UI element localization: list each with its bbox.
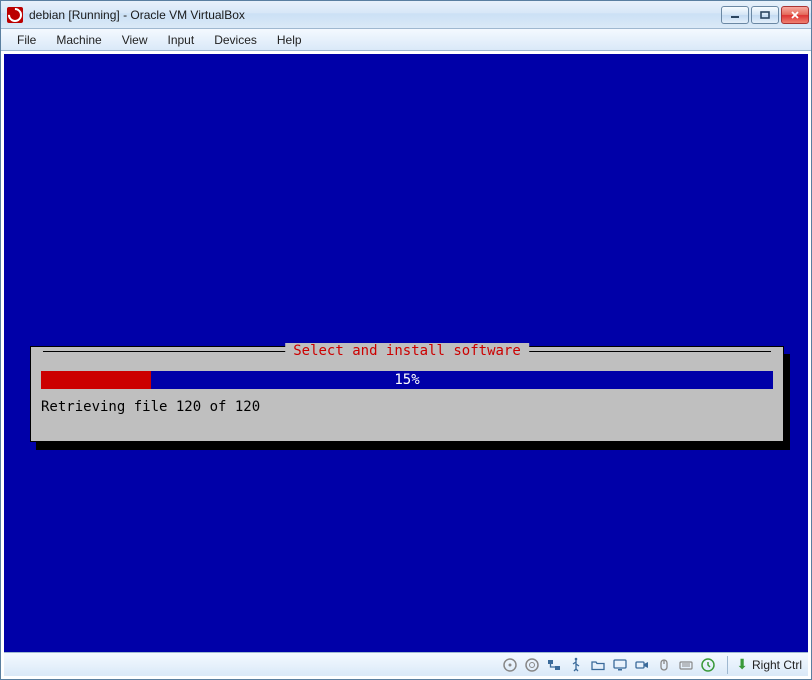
shared-folders-icon[interactable] — [589, 656, 607, 674]
guest-display[interactable]: Select and install software 15% Retrievi… — [4, 54, 808, 652]
maximize-button[interactable] — [751, 6, 779, 24]
minimize-button[interactable] — [721, 6, 749, 24]
window-controls — [721, 6, 809, 24]
menu-bar: File Machine View Input Devices Help — [1, 29, 811, 51]
usb-icon[interactable] — [567, 656, 585, 674]
installer-dialog: Select and install software 15% Retrievi… — [30, 346, 784, 442]
host-key-indicator[interactable]: ⬇ Right Ctrl — [727, 656, 802, 674]
menu-file[interactable]: File — [7, 31, 46, 49]
menu-machine[interactable]: Machine — [46, 31, 111, 49]
dialog-title: Select and install software — [285, 343, 529, 359]
guest-additions-icon[interactable] — [699, 656, 717, 674]
hard-disk-icon[interactable] — [501, 656, 519, 674]
menu-input[interactable]: Input — [158, 31, 205, 49]
progress-bar: 15% — [41, 371, 773, 389]
window-title: debian [Running] - Oracle VM VirtualBox — [29, 8, 245, 22]
vm-status-bar: ⬇ Right Ctrl — [4, 652, 808, 676]
keyboard-captured-icon[interactable] — [677, 656, 695, 674]
video-capture-icon[interactable] — [633, 656, 651, 674]
menu-view[interactable]: View — [112, 31, 158, 49]
virtualbox-app-icon — [7, 7, 23, 23]
dialog-title-bar: Select and install software — [31, 347, 783, 357]
network-icon[interactable] — [545, 656, 563, 674]
host-key-label: Right Ctrl — [752, 658, 802, 672]
optical-drive-icon[interactable] — [523, 656, 541, 674]
vm-content-area: Select and install software 15% Retrievi… — [1, 51, 811, 679]
window-titlebar: debian [Running] - Oracle VM VirtualBox — [1, 1, 811, 29]
display-icon[interactable] — [611, 656, 629, 674]
close-button[interactable] — [781, 6, 809, 24]
host-key-arrow-icon: ⬇ — [736, 656, 748, 673]
mouse-integration-icon[interactable] — [655, 656, 673, 674]
menu-devices[interactable]: Devices — [204, 31, 267, 49]
progress-percent-label: 15% — [41, 372, 773, 388]
menu-help[interactable]: Help — [267, 31, 312, 49]
installer-status-text: Retrieving file 120 of 120 — [41, 399, 773, 415]
